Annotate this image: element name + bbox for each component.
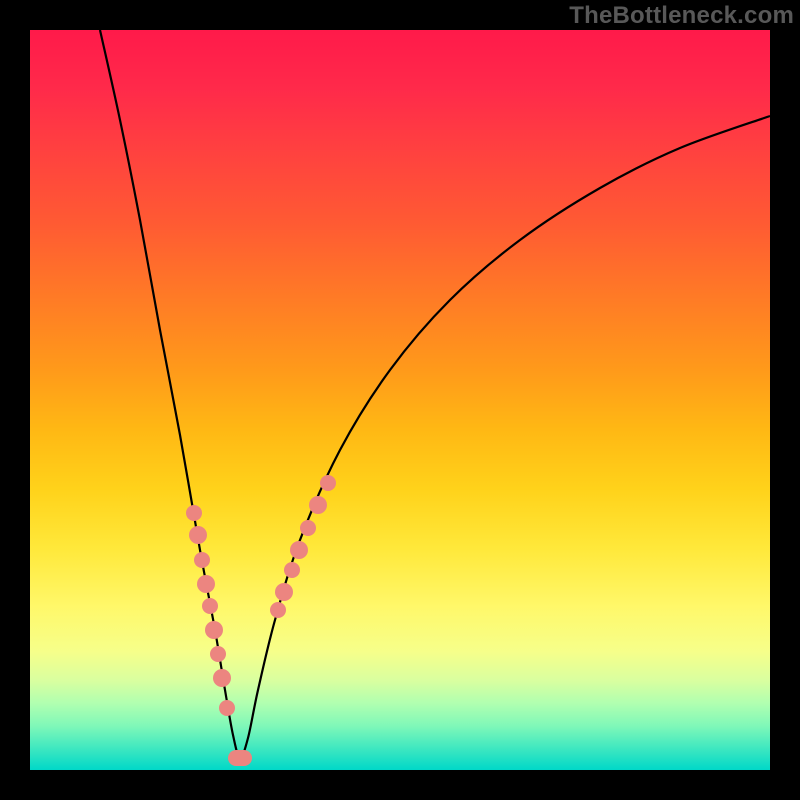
highlight-dot (189, 526, 207, 544)
plot-area (30, 30, 770, 770)
highlight-dot (219, 700, 235, 716)
highlight-dot (275, 583, 293, 601)
highlight-dot (186, 505, 202, 521)
highlight-dot (205, 621, 223, 639)
highlight-dot (300, 520, 316, 536)
highlight-dot (194, 552, 210, 568)
highlight-dot (213, 669, 231, 687)
trough-marker (228, 750, 252, 766)
highlight-dot (270, 602, 286, 618)
highlight-dot (309, 496, 327, 514)
highlight-dot (284, 562, 300, 578)
chart-frame: TheBottleneck.com (0, 0, 800, 800)
highlight-dot (197, 575, 215, 593)
highlight-dot (320, 475, 336, 491)
highlight-dot (202, 598, 218, 614)
bottleneck-curve-svg (30, 30, 770, 770)
highlight-dot (210, 646, 226, 662)
highlight-dot (290, 541, 308, 559)
watermark-text: TheBottleneck.com (569, 2, 794, 30)
bottleneck-curve (100, 30, 770, 758)
